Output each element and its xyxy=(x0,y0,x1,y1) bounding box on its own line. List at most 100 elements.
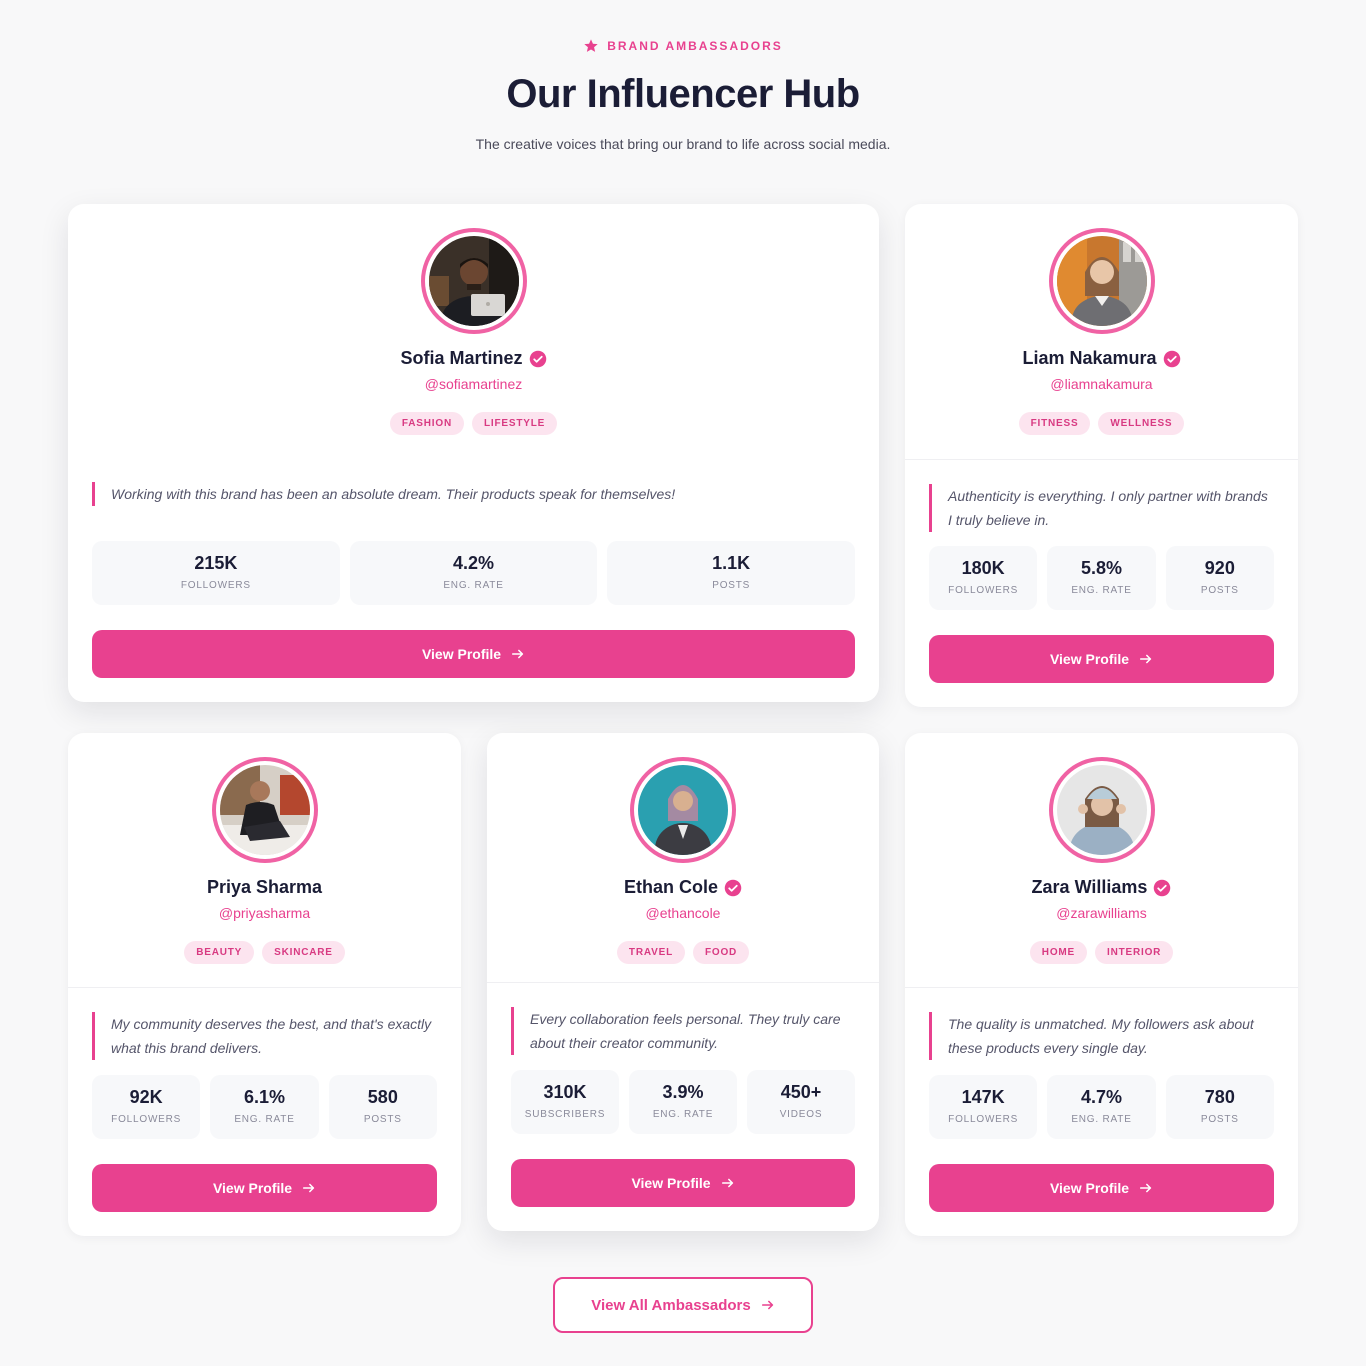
verified-badge-icon xyxy=(1163,350,1181,368)
avatar-man-laptop-icon xyxy=(428,236,519,326)
stat-followers: 92K FOLLOWERS xyxy=(92,1075,201,1139)
arrow-right-icon xyxy=(511,647,525,661)
stat-label: SUBSCRIBERS xyxy=(524,1109,606,1120)
avatar[interactable] xyxy=(1048,228,1155,334)
divider xyxy=(905,987,1298,988)
stats-row: 310K SUBSCRIBERS 3.9% ENG. RATE 450+ VID… xyxy=(511,1070,855,1134)
stat-followers: 180K FOLLOWERS xyxy=(929,546,1038,610)
stat-value: 5.8% xyxy=(1080,558,1122,578)
stat-posts: 1.1K POSTS xyxy=(607,541,856,605)
verified-badge-icon xyxy=(529,350,547,368)
stats-row: 147K FOLLOWERS 4.7% ENG. RATE 780 POSTS xyxy=(929,1075,1274,1139)
stat-label: POSTS xyxy=(363,1114,402,1125)
influencer-name-row: Priya Sharma xyxy=(68,877,461,898)
avatar-woman-blazer-icon xyxy=(1056,236,1147,326)
stat-label: ENG. RATE xyxy=(1071,1114,1132,1125)
influencer-card: Sofia Martinez @sofiamartinez FASHION LI… xyxy=(68,204,879,702)
stat-engagement: 6.1% ENG. RATE xyxy=(210,1075,319,1139)
eyebrow: BRAND AMBASSADORS xyxy=(0,38,1366,54)
influencer-name: Priya Sharma xyxy=(206,877,323,897)
avatar-girl-beanie-icon xyxy=(1056,765,1147,855)
influencer-handle[interactable]: @liamnakamura xyxy=(905,376,1298,392)
stat-posts: 580 POSTS xyxy=(328,1075,437,1139)
stat-label: FOLLOWERS xyxy=(180,580,251,591)
arrow-right-icon xyxy=(1139,1181,1153,1195)
tag: FOOD xyxy=(692,941,750,964)
stat-posts: 780 POSTS xyxy=(1165,1075,1274,1139)
stat-value: 4.2% xyxy=(452,553,495,573)
influencer-card: Liam Nakamura @liamnakamura FITNESS WELL… xyxy=(905,204,1298,707)
stat-label: FOLLOWERS xyxy=(948,1114,1019,1125)
stat-value: 180K xyxy=(961,558,1005,578)
stat-label: POSTS xyxy=(712,580,751,591)
stat-label: FOLLOWERS xyxy=(948,585,1019,596)
influencer-card: Zara Williams @zarawilliams HOME INTERIO… xyxy=(905,733,1298,1236)
verified-badge-icon xyxy=(1153,879,1171,897)
stat-engagement: 5.8% ENG. RATE xyxy=(1047,546,1156,610)
arrow-right-icon xyxy=(302,1181,316,1195)
stat-label: ENG. RATE xyxy=(652,1109,714,1120)
star-icon xyxy=(583,38,599,54)
stats-row: 215K FOLLOWERS 4.2% ENG. RATE 1.1K POSTS xyxy=(92,541,856,605)
tag: INTERIOR xyxy=(1095,941,1174,964)
tag: BEAUTY xyxy=(184,941,255,964)
avatar[interactable] xyxy=(630,757,736,863)
tag: TRAVEL xyxy=(616,941,685,964)
view-profile-label: View Profile xyxy=(1049,651,1130,667)
tag: LIFESTYLE xyxy=(471,412,558,435)
arrow-right-icon xyxy=(761,1298,775,1312)
view-profile-label: View Profile xyxy=(1049,1180,1130,1196)
stat-engagement: 4.2% ENG. RATE xyxy=(349,541,598,605)
testimonial-quote: Working with this brand has been an abso… xyxy=(92,482,855,506)
influencer-name: Sofia Martinez xyxy=(400,348,523,368)
tag-list: FASHION LIFESTYLE xyxy=(68,412,879,435)
view-profile-label: View Profile xyxy=(631,1175,711,1191)
testimonial-quote: Every collaboration feels personal. They… xyxy=(511,1007,855,1055)
stat-label: POSTS xyxy=(1200,585,1239,596)
tag: FITNESS xyxy=(1018,412,1091,435)
stat-label: FOLLOWERS xyxy=(111,1114,182,1125)
page-title: Our Influencer Hub xyxy=(506,72,860,116)
stat-label: VIDEOS xyxy=(779,1109,823,1120)
tag: FASHION xyxy=(389,412,464,435)
stat-label: ENG. RATE xyxy=(1071,585,1132,596)
stat-value: 215K xyxy=(194,553,238,573)
arrow-right-icon xyxy=(1139,652,1153,666)
avatar[interactable] xyxy=(211,757,318,863)
stat-subscribers: 310K SUBSCRIBERS xyxy=(511,1070,619,1134)
influencer-handle[interactable]: @ethancole xyxy=(487,905,879,921)
view-profile-label: View Profile xyxy=(421,646,502,662)
influencer-handle[interactable]: @zarawilliams xyxy=(905,905,1298,921)
stat-videos: 450+ VIDEOS xyxy=(747,1070,855,1134)
stat-value: 310K xyxy=(543,1082,587,1102)
stat-value: 92K xyxy=(129,1087,163,1107)
influencer-handle[interactable]: @priyasharma xyxy=(68,905,461,921)
tag-list: BEAUTY SKINCARE xyxy=(68,941,461,964)
view-profile-button[interactable]: View Profile xyxy=(929,1164,1274,1212)
stat-label: ENG. RATE xyxy=(234,1114,295,1125)
view-profile-button[interactable]: View Profile xyxy=(92,1164,437,1212)
view-profile-button[interactable]: View Profile xyxy=(92,630,855,678)
influencer-handle[interactable]: @sofiamartinez xyxy=(68,376,879,392)
view-all-ambassadors-button[interactable]: View All Ambassadors xyxy=(553,1277,813,1333)
tag-list: FITNESS WELLNESS xyxy=(905,412,1298,435)
stat-engagement: 3.9% ENG. RATE xyxy=(629,1070,737,1134)
influencer-card: Priya Sharma @priyasharma BEAUTY SKINCAR… xyxy=(68,733,461,1236)
testimonial-quote: The quality is unmatched. My followers a… xyxy=(929,1012,1274,1060)
view-profile-button[interactable]: View Profile xyxy=(511,1159,855,1207)
stat-label: ENG. RATE xyxy=(443,580,504,591)
verified-badge-icon xyxy=(724,879,742,897)
stat-value: 1.1K xyxy=(712,553,751,573)
stat-value: 147K xyxy=(961,1087,1005,1107)
view-profile-button[interactable]: View Profile xyxy=(929,635,1274,683)
avatar[interactable] xyxy=(1048,757,1155,863)
stats-row: 180K FOLLOWERS 5.8% ENG. RATE 920 POSTS xyxy=(929,546,1274,610)
avatar[interactable] xyxy=(420,228,527,334)
tag: SKINCARE xyxy=(262,941,345,964)
view-profile-label: View Profile xyxy=(212,1180,293,1196)
stat-value: 580 xyxy=(367,1087,398,1107)
stat-engagement: 4.7% ENG. RATE xyxy=(1047,1075,1156,1139)
tag: WELLNESS xyxy=(1098,412,1185,435)
divider xyxy=(68,987,461,988)
avatar-woman-hijab-icon xyxy=(638,765,728,855)
